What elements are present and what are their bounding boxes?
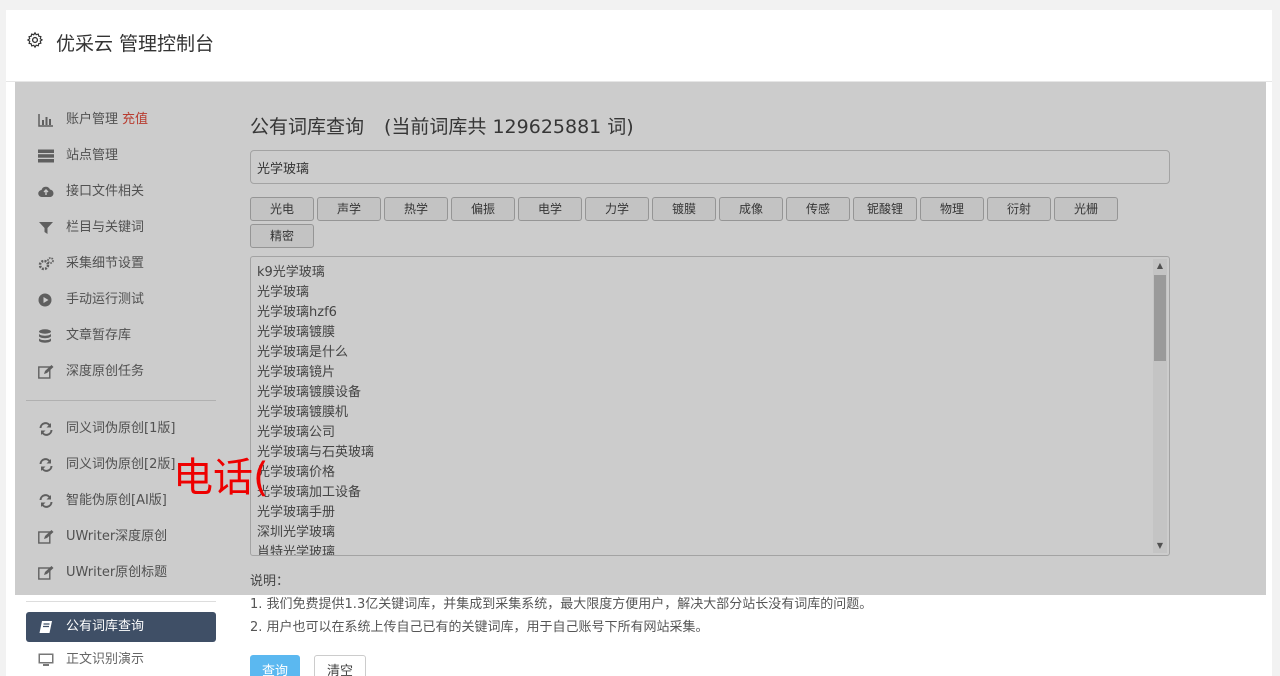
sidebar-item-content-recognition[interactable]: 正文识别演示: [26, 642, 216, 676]
monitor-icon: [38, 653, 54, 666]
book-icon: [39, 621, 52, 633]
sidebar-item-label: 公有词库查询: [66, 619, 145, 634]
notes-line: 2. 用户也可以在系统上传自己已有的关键词库，用于自己账号下所有网站采集。: [250, 620, 709, 635]
app-title: 优采云 管理控制台: [56, 33, 215, 55]
sidebar-item-label: 正文识别演示: [66, 652, 145, 667]
top-header: 优采云 管理控制台: [6, 10, 1272, 82]
phone-overlay-text: 电话(: [173, 455, 269, 501]
clear-button[interactable]: 清空: [314, 655, 367, 676]
gear-icon: [26, 31, 44, 49]
notes-line: 1. 我们免费提供1.3亿关键词库，并集成到采集系统，最大限度方便用户，解决大部…: [250, 597, 873, 612]
query-button[interactable]: 查询: [250, 655, 301, 676]
dim-overlay: [15, 82, 1266, 595]
sidebar-divider: [26, 601, 216, 602]
action-buttons: 查询 清空: [250, 655, 1170, 676]
sidebar-item-public-lexicon[interactable]: 公有词库查询: [26, 612, 216, 642]
